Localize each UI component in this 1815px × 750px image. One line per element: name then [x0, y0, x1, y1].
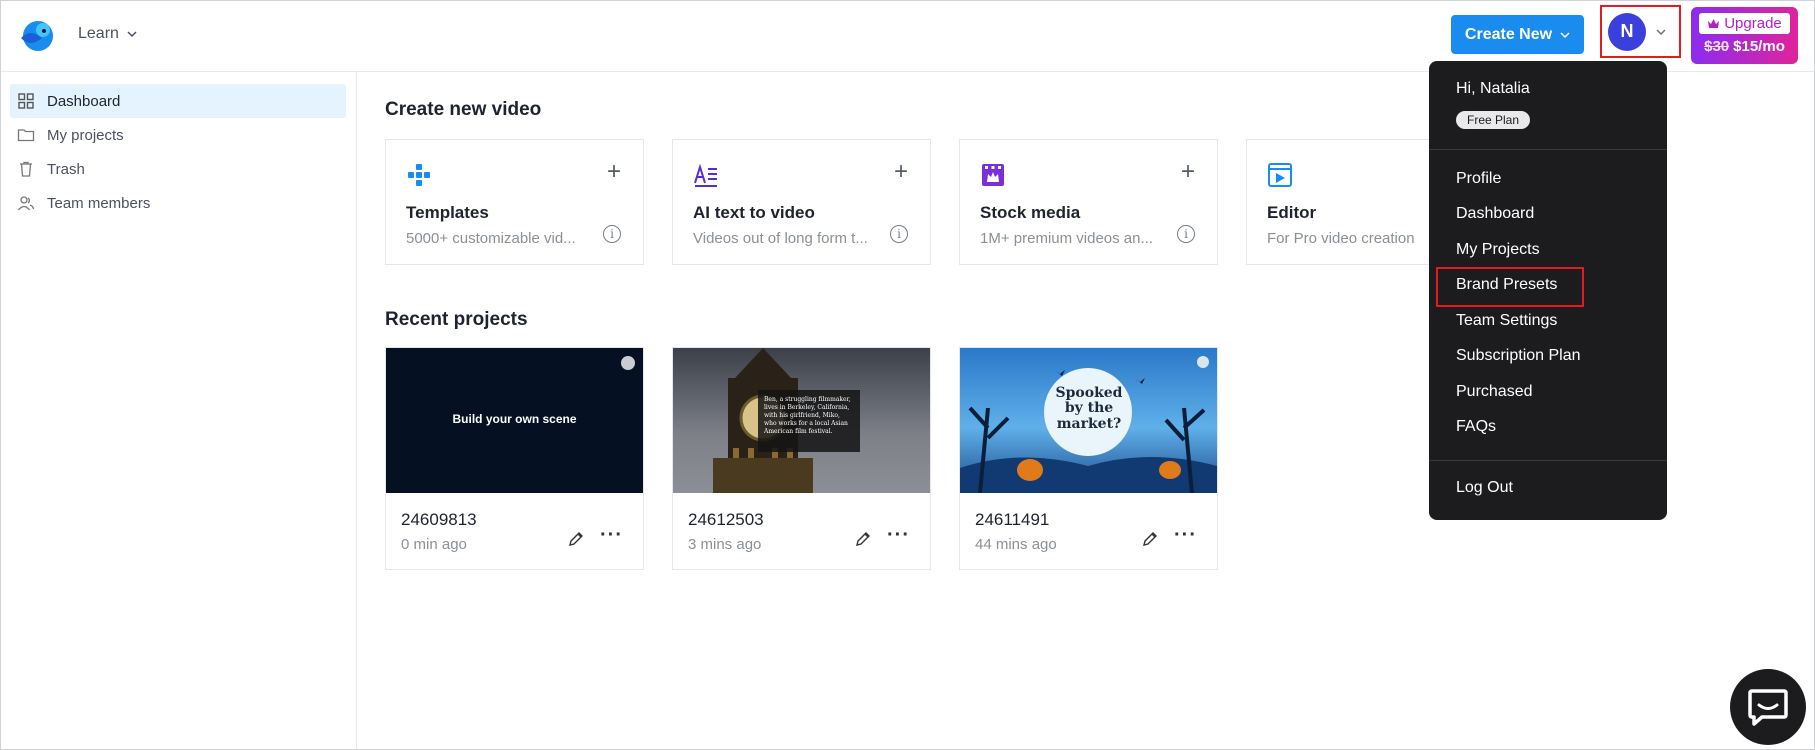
- sidebar: Dashboard My projects Trash Team members: [0, 72, 357, 750]
- more-options-icon[interactable]: ···: [887, 524, 910, 547]
- watermark-icon: [1197, 356, 1209, 368]
- upgrade-price: $30 $15/mo: [1691, 38, 1798, 55]
- project-name: 24611491: [975, 510, 1050, 529]
- account-menu-button[interactable]: N: [1600, 5, 1681, 58]
- card-title: Editor: [1267, 203, 1317, 222]
- account-dropdown: Hi, Natalia Free Plan Profile Dashboard …: [1429, 61, 1667, 520]
- team-icon: [17, 196, 35, 211]
- watermark-icon: [621, 356, 635, 370]
- editor-icon: [1268, 163, 1292, 187]
- add-icon[interactable]: +: [1181, 160, 1195, 184]
- old-price: $30: [1704, 38, 1730, 55]
- stock-media-card[interactable]: + Stock media 1M+ premium videos an... i: [959, 139, 1218, 265]
- sidebar-item-dashboard[interactable]: Dashboard: [10, 84, 346, 118]
- thumbnail-text: Spooked by the market?: [1055, 385, 1123, 432]
- upgrade-button[interactable]: Upgrade $30 $15/mo: [1691, 7, 1798, 64]
- divider: [1429, 460, 1667, 461]
- create-new-button[interactable]: Create New: [1451, 15, 1584, 54]
- upgrade-label-box: Upgrade: [1699, 13, 1790, 34]
- info-icon[interactable]: i: [603, 225, 621, 243]
- logout-button[interactable]: Log Out: [1456, 479, 1513, 497]
- project-thumbnail[interactable]: Build your own scene: [386, 348, 643, 493]
- project-thumbnail[interactable]: Spooked by the market?: [960, 348, 1217, 493]
- card-title: Stock media: [980, 203, 1081, 222]
- edit-icon[interactable]: [567, 530, 585, 548]
- info-icon[interactable]: i: [890, 225, 908, 243]
- add-icon[interactable]: +: [607, 160, 621, 184]
- dropdown-item-brand-presets[interactable]: Brand Presets: [1456, 276, 1557, 294]
- edit-icon[interactable]: [1141, 530, 1159, 548]
- sidebar-item-team-members[interactable]: Team members: [10, 186, 346, 220]
- templates-icon: [408, 164, 430, 186]
- sidebar-item-trash[interactable]: Trash: [10, 152, 346, 186]
- dropdown-item-profile[interactable]: Profile: [1456, 170, 1501, 188]
- avatar: N: [1608, 12, 1646, 51]
- project-time: 3 mins ago: [688, 536, 762, 553]
- ai-text-icon: [694, 163, 717, 187]
- dropdown-item-faqs[interactable]: FAQs: [1456, 418, 1496, 436]
- dropdown-greeting: Hi, Natalia: [1456, 80, 1530, 97]
- sidebar-item-label: My projects: [47, 126, 124, 144]
- card-description: 1M+ premium videos an...: [980, 230, 1153, 247]
- chat-support-button[interactable]: [1730, 669, 1806, 745]
- info-icon[interactable]: i: [1177, 225, 1195, 243]
- crown-icon: [1708, 19, 1720, 28]
- sidebar-item-my-projects[interactable]: My projects: [10, 118, 346, 152]
- thumbnail-text: Ben, a struggling filmmaker, lives in Be…: [758, 390, 860, 452]
- project-card[interactable]: Spooked by the market? 24611491 44 mins …: [959, 347, 1218, 570]
- plan-badge: Free Plan: [1456, 111, 1531, 129]
- more-options-icon[interactable]: ···: [1174, 524, 1197, 547]
- create-section-title: Create new video: [385, 99, 542, 120]
- project-time: 0 min ago: [401, 536, 467, 553]
- card-title: AI text to video: [693, 203, 815, 222]
- chevron-down-icon: [1656, 28, 1666, 35]
- recent-section-title: Recent projects: [385, 309, 528, 330]
- project-time: 44 mins ago: [975, 536, 1057, 553]
- grid-icon: [18, 93, 34, 109]
- templates-card[interactable]: + Templates 5000+ customizable vid... i: [385, 139, 644, 265]
- project-name: 24609813: [401, 510, 477, 529]
- chat-icon: [1748, 689, 1788, 726]
- card-description: 5000+ customizable vid...: [406, 230, 576, 247]
- sidebar-item-label: Trash: [47, 160, 85, 178]
- dropdown-item-my-projects[interactable]: My Projects: [1456, 241, 1540, 259]
- edit-icon[interactable]: [854, 530, 872, 548]
- card-description: Videos out of long form t...: [693, 230, 868, 247]
- stock-media-icon: [982, 164, 1004, 186]
- upgrade-label: Upgrade: [1724, 15, 1782, 32]
- new-price: $15/mo: [1733, 38, 1785, 55]
- create-new-label: Create New: [1464, 25, 1553, 43]
- project-card[interactable]: Build your own scene 24609813 0 min ago …: [385, 347, 644, 570]
- dropdown-item-subscription-plan[interactable]: Subscription Plan: [1456, 347, 1581, 365]
- card-description: For Pro video creation: [1267, 230, 1415, 247]
- ai-text-to-video-card[interactable]: + AI text to video Videos out of long fo…: [672, 139, 931, 265]
- card-title: Templates: [406, 203, 489, 222]
- add-icon[interactable]: +: [894, 160, 908, 184]
- learn-label: Learn: [78, 25, 119, 42]
- sidebar-item-label: Dashboard: [47, 92, 121, 110]
- app-logo-icon[interactable]: [16, 16, 56, 56]
- trash-icon: [20, 161, 32, 177]
- thumbnail-text: Build your own scene: [452, 412, 577, 426]
- dropdown-item-purchased[interactable]: Purchased: [1456, 383, 1533, 401]
- dropdown-item-team-settings[interactable]: Team Settings: [1456, 312, 1557, 330]
- project-card[interactable]: Ben, a struggling filmmaker, lives in Be…: [672, 347, 931, 570]
- project-name: 24612503: [688, 510, 764, 529]
- chevron-down-icon: [1560, 31, 1570, 38]
- learn-menu[interactable]: Learn: [78, 25, 137, 43]
- project-thumbnail[interactable]: Ben, a struggling filmmaker, lives in Be…: [673, 348, 930, 493]
- more-options-icon[interactable]: ···: [600, 524, 623, 547]
- dropdown-item-dashboard[interactable]: Dashboard: [1456, 205, 1534, 223]
- chevron-down-icon: [127, 31, 137, 38]
- divider: [1429, 149, 1667, 150]
- sidebar-item-label: Team members: [47, 194, 151, 212]
- folder-icon: [17, 129, 35, 142]
